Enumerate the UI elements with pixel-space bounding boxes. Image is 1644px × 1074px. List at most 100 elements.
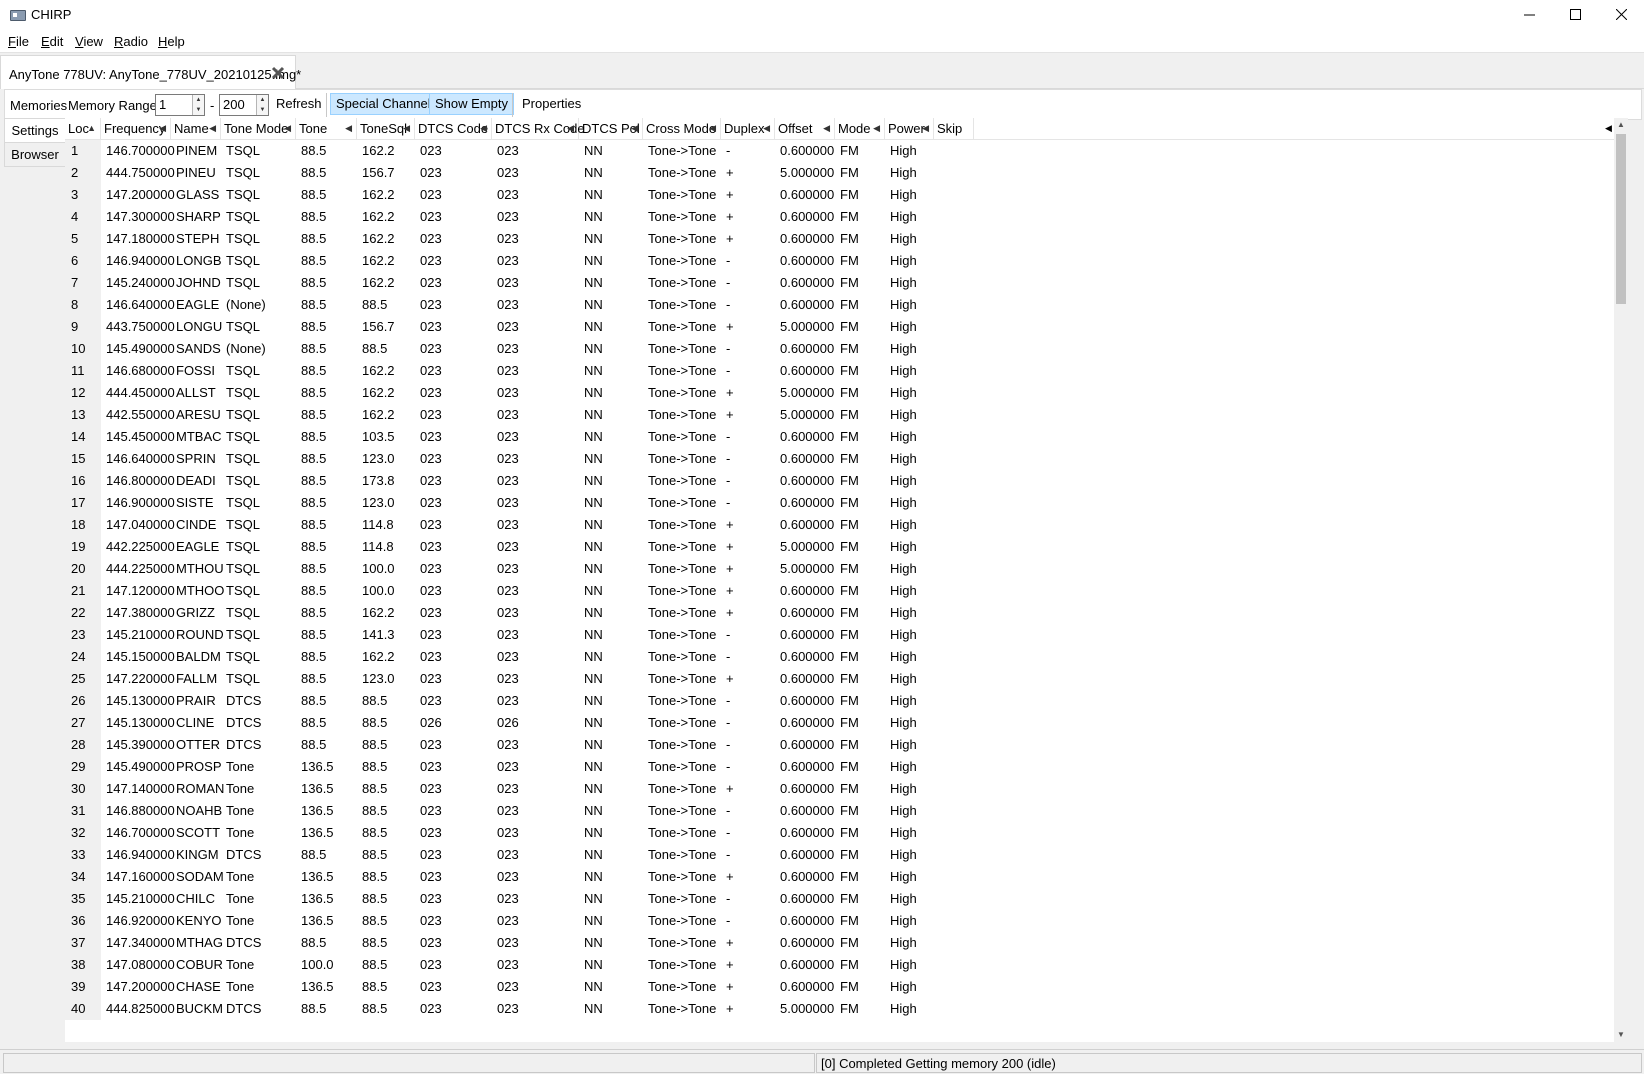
table-cell-offset[interactable]: 5.000000 [775, 404, 835, 426]
table-cell-tone[interactable]: 136.5 [296, 888, 357, 910]
table-cell-tonesql[interactable]: 88.5 [357, 910, 415, 932]
row-loc-cell[interactable]: 21 [65, 580, 101, 602]
table-cell-cross-mode[interactable]: Tone->Tone [643, 514, 721, 536]
table-cell-power[interactable]: High [885, 800, 934, 822]
table-row[interactable]: 32 146.700000 SCOTT Tone 136.5 88.5 023 023 NN To… [65, 822, 1613, 844]
table-cell-frequency[interactable]: 444.825000 [101, 998, 175, 1020]
table-cell-dtcs-pol[interactable]: NN [579, 822, 643, 844]
table-cell-dtcs-rx-code[interactable]: 023 [492, 514, 579, 536]
table-cell-name[interactable]: CHILC [171, 888, 221, 910]
table-cell-mode[interactable]: FM [835, 228, 885, 250]
table-cell-dtcs-code[interactable]: 023 [415, 734, 492, 756]
table-cell-power[interactable]: High [885, 470, 934, 492]
memory-range-to-spinner[interactable]: ▲▼ [219, 94, 269, 116]
table-cell-power[interactable]: High [885, 492, 934, 514]
table-cell-duplex[interactable]: - [721, 470, 775, 492]
table-cell-power[interactable]: High [885, 316, 934, 338]
table-cell-tonesql[interactable]: 88.5 [357, 712, 415, 734]
table-cell-dtcs-pol[interactable]: NN [579, 492, 643, 514]
table-row[interactable]: 4 147.300000 SHARP TSQL 88.5 162.2 023 023 NN Ton… [65, 206, 1613, 228]
table-row[interactable]: 16 146.800000 DEADI TSQL 88.5 173.8 023 023 NN To… [65, 470, 1613, 492]
table-cell-tone[interactable]: 136.5 [296, 756, 357, 778]
table-cell-duplex[interactable]: - [721, 360, 775, 382]
table-cell-tone-mode[interactable]: Tone [221, 976, 296, 998]
table-cell-dtcs-rx-code[interactable]: 023 [492, 690, 579, 712]
table-cell-offset[interactable]: 0.600000 [775, 338, 835, 360]
table-cell-dtcs-pol[interactable]: NN [579, 624, 643, 646]
table-cell-tonesql[interactable]: 156.7 [357, 316, 415, 338]
table-cell-tone-mode[interactable]: TSQL [221, 426, 296, 448]
row-loc-cell[interactable]: 6 [65, 250, 101, 272]
row-loc-cell[interactable]: 39 [65, 976, 101, 998]
table-cell-frequency[interactable]: 442.550000 [101, 404, 175, 426]
table-cell-frequency[interactable]: 443.750000 [101, 316, 175, 338]
table-cell-tone[interactable]: 88.5 [296, 404, 357, 426]
table-cell-dtcs-pol[interactable]: NN [579, 536, 643, 558]
table-cell-tonesql[interactable]: 156.7 [357, 162, 415, 184]
table-cell-frequency[interactable]: 147.200000 [101, 184, 175, 206]
table-cell-name[interactable]: CLINE [171, 712, 221, 734]
table-cell-mode[interactable]: FM [835, 492, 885, 514]
table-cell-duplex[interactable]: + [721, 866, 775, 888]
table-cell-dtcs-rx-code[interactable]: 023 [492, 866, 579, 888]
table-cell-tone-mode[interactable]: TSQL [221, 602, 296, 624]
table-cell-power[interactable]: High [885, 778, 934, 800]
table-cell-name[interactable]: MTHOU [171, 558, 224, 580]
table-cell-name[interactable]: DEADI [171, 470, 221, 492]
table-cell-tone-mode[interactable]: Tone [221, 866, 296, 888]
properties-button[interactable]: Properties [517, 93, 586, 115]
table-cell-dtcs-pol[interactable]: NN [579, 800, 643, 822]
table-cell-duplex[interactable]: + [721, 184, 775, 206]
table-cell-cross-mode[interactable]: Tone->Tone [643, 360, 721, 382]
table-cell-duplex[interactable]: - [721, 734, 775, 756]
table-cell-frequency[interactable]: 147.380000 [101, 602, 175, 624]
row-loc-cell[interactable]: 22 [65, 602, 101, 624]
table-cell-dtcs-rx-code[interactable]: 023 [492, 646, 579, 668]
row-loc-cell[interactable]: 30 [65, 778, 101, 800]
settings-tab[interactable]: Settings [4, 118, 65, 143]
table-cell-dtcs-code[interactable]: 023 [415, 404, 492, 426]
table-cell-tone-mode[interactable]: TSQL [221, 316, 296, 338]
table-cell-mode[interactable]: FM [835, 954, 885, 976]
table-cell-offset[interactable]: 0.600000 [775, 668, 835, 690]
table-row[interactable]: 31 146.880000 NOAHB Tone 136.5 88.5 023 023 NN To… [65, 800, 1613, 822]
row-loc-cell[interactable]: 4 [65, 206, 101, 228]
row-loc-cell[interactable]: 16 [65, 470, 101, 492]
table-cell-power[interactable]: High [885, 250, 934, 272]
row-loc-cell[interactable]: 37 [65, 932, 101, 954]
table-row[interactable]: 13 442.550000 ARESU TSQL 88.5 162.2 023 023 NN To… [65, 404, 1613, 426]
table-cell-name[interactable]: BALDM [171, 646, 221, 668]
table-cell-dtcs-pol[interactable]: NN [579, 316, 643, 338]
table-cell-tone-mode[interactable]: TSQL [221, 514, 296, 536]
table-cell-dtcs-pol[interactable]: NN [579, 910, 643, 932]
table-cell-name[interactable]: FOSSI [171, 360, 221, 382]
row-loc-cell[interactable]: 27 [65, 712, 101, 734]
table-cell-tonesql[interactable]: 88.5 [357, 844, 415, 866]
table-cell-duplex[interactable]: - [721, 888, 775, 910]
table-cell-frequency[interactable]: 146.700000 [101, 140, 175, 162]
menu-edit[interactable]: Edit [41, 34, 63, 49]
table-cell-dtcs-code[interactable]: 023 [415, 294, 492, 316]
table-row[interactable]: 19 442.225000 EAGLE TSQL 88.5 114.8 023 023 NN To… [65, 536, 1613, 558]
table-row[interactable]: 29 145.490000 PROSP Tone 136.5 88.5 023 023 NN To… [65, 756, 1613, 778]
table-cell-duplex[interactable]: - [721, 272, 775, 294]
table-cell-dtcs-pol[interactable]: NN [579, 448, 643, 470]
table-cell-tonesql[interactable]: 88.5 [357, 888, 415, 910]
table-cell-dtcs-code[interactable]: 023 [415, 844, 492, 866]
table-cell-mode[interactable]: FM [835, 976, 885, 998]
table-cell-mode[interactable]: FM [835, 624, 885, 646]
table-cell-mode[interactable]: FM [835, 866, 885, 888]
table-row[interactable]: 27 145.130000 CLINE DTCS 88.5 88.5 026 026 NN Ton… [65, 712, 1613, 734]
table-cell-dtcs-pol[interactable]: NN [579, 338, 643, 360]
table-cell-duplex[interactable]: + [721, 976, 775, 998]
table-cell-tone-mode[interactable]: Tone [221, 888, 296, 910]
table-cell-cross-mode[interactable]: Tone->Tone [643, 250, 721, 272]
table-cell-dtcs-pol[interactable]: NN [579, 932, 643, 954]
table-cell-name[interactable]: KENYO [171, 910, 222, 932]
table-cell-cross-mode[interactable]: Tone->Tone [643, 624, 721, 646]
table-cell-frequency[interactable]: 145.490000 [101, 756, 175, 778]
table-cell-cross-mode[interactable]: Tone->Tone [643, 492, 721, 514]
table-cell-dtcs-code[interactable]: 023 [415, 514, 492, 536]
table-cell-tone-mode[interactable]: DTCS [221, 932, 296, 954]
column-header-duplex[interactable]: Duplex ◀ [721, 118, 775, 139]
